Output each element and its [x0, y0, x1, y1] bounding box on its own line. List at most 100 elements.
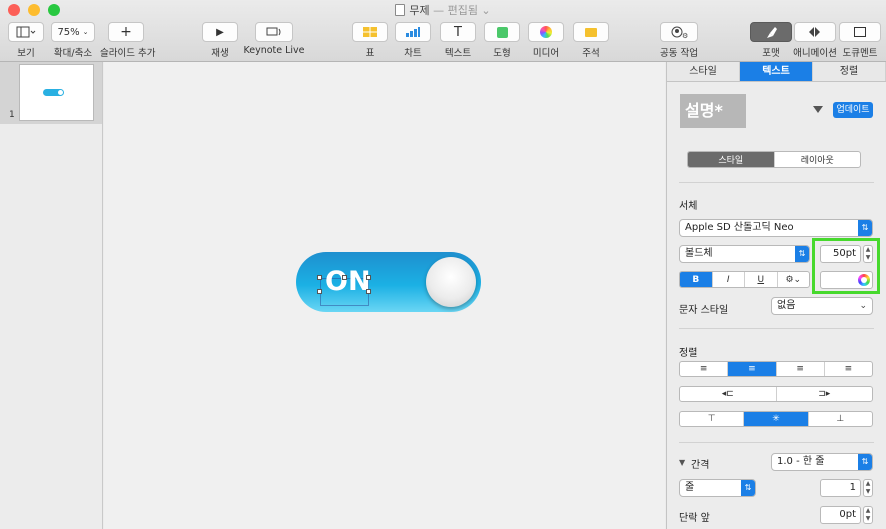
media-button[interactable] — [528, 22, 564, 42]
chart-button[interactable] — [395, 22, 431, 42]
font-family-popup[interactable]: Apple SD 산돌고딕 Neo ⇅ — [679, 219, 873, 237]
table-control[interactable]: 표 — [352, 22, 388, 59]
document-control[interactable]: 도큐멘트 — [838, 22, 882, 59]
divider — [679, 182, 874, 183]
toggle-label[interactable]: ON — [325, 266, 371, 297]
shape-button[interactable] — [484, 22, 520, 42]
color-wheel-icon[interactable] — [858, 274, 870, 286]
view-control[interactable]: 보기 — [8, 22, 44, 59]
text-control[interactable]: T 텍스트 — [439, 22, 477, 59]
paragraph-style-menu-icon[interactable] — [813, 106, 823, 113]
divider — [679, 442, 874, 443]
document-button[interactable] — [839, 22, 881, 42]
align-left-icon[interactable]: ≡ — [680, 362, 729, 376]
align-middle-icon[interactable]: ✳ — [744, 412, 809, 426]
before-paragraph-stepper[interactable]: ▲ ▼ — [863, 506, 873, 524]
chevron-down-icon: ⌄ — [859, 301, 867, 311]
resize-handle[interactable] — [317, 289, 322, 294]
format-control[interactable]: 포맷 — [750, 22, 792, 59]
keynote-live-control[interactable]: Keynote Live — [243, 22, 305, 56]
photos-icon — [540, 26, 552, 38]
format-button[interactable] — [750, 22, 792, 42]
view-button[interactable] — [8, 22, 44, 42]
spacing-label: 간격 — [691, 460, 710, 471]
disclosure-triangle-icon[interactable]: ▼ — [679, 458, 685, 467]
spacing-unit-popup[interactable]: 줄 ⇅ — [679, 479, 756, 497]
increase-indent-icon[interactable]: ⊐▸ — [777, 387, 873, 401]
document-status: — 편집됨 ⌄ — [433, 4, 491, 17]
spacing-unit-value: 줄 — [685, 482, 695, 493]
font-size-field[interactable]: 50pt — [820, 245, 861, 263]
align-bottom-icon[interactable]: ⊥ — [809, 412, 872, 426]
zoom-control[interactable]: 75% ⌄ 확대/축소 — [50, 22, 96, 59]
tab-style[interactable]: 스타일 — [667, 62, 740, 81]
updown-arrow-icon: ⇅ — [795, 246, 809, 262]
italic-button[interactable]: I — [713, 272, 745, 287]
inspector-tabs: 스타일 텍스트 정렬 — [667, 62, 886, 82]
align-center-icon[interactable]: ≡ — [728, 362, 777, 376]
table-label: 표 — [365, 48, 375, 59]
document-title: 무제 — [409, 4, 430, 17]
text-options-gear-icon[interactable]: ⚙⌄ — [778, 272, 810, 287]
paintbrush-icon — [767, 26, 777, 38]
text-icon: T — [454, 24, 462, 40]
paragraph-style-preview[interactable]: 설명* — [680, 94, 746, 128]
tab-text[interactable]: 텍스트 — [740, 62, 813, 81]
text-button[interactable]: T — [440, 22, 476, 42]
update-style-button[interactable]: 업데이트 — [833, 102, 873, 118]
zoom-value: 75% — [57, 26, 80, 38]
updown-arrow-icon: ⇅ — [858, 220, 872, 236]
decrease-indent-icon[interactable]: ◂⊏ — [680, 387, 777, 401]
resize-handle[interactable] — [366, 289, 371, 294]
collaborate-label: 공동 작업 — [660, 48, 698, 59]
keynote-live-button[interactable] — [255, 22, 293, 42]
bold-button[interactable]: B — [680, 272, 713, 287]
zoom-popup[interactable]: 75% ⌄ — [51, 22, 95, 42]
underline-button[interactable]: U — [745, 272, 778, 287]
media-control[interactable]: 미디어 — [527, 22, 565, 59]
sidebar-icon — [16, 26, 36, 38]
align-top-icon[interactable]: ⊤ — [680, 412, 745, 426]
tab-arrange[interactable]: 정렬 — [813, 62, 886, 81]
slide-thumbnail-row[interactable]: 1 — [0, 62, 102, 124]
shape-icon — [496, 26, 508, 38]
font-size-stepper[interactable]: ▲ ▼ — [863, 245, 873, 263]
align-right-icon[interactable]: ≡ — [777, 362, 825, 376]
document-label: 도큐멘트 — [842, 48, 878, 59]
format-inspector: 스타일 텍스트 정렬 설명* 업데이트 스타일 레이아웃 서체 Apple SD… — [666, 62, 886, 529]
updown-arrow-icon: ⇅ — [858, 454, 872, 470]
comment-button[interactable] — [573, 22, 609, 42]
add-slide-control[interactable]: + 슬라이드 추가 — [100, 22, 155, 59]
text-color-well[interactable] — [820, 271, 873, 289]
char-style-value: 없음 — [777, 300, 796, 311]
spacing-popup[interactable]: 1.0 - 한 줄 ⇅ — [771, 453, 873, 471]
play-control[interactable]: ▶ 재생 — [201, 22, 239, 59]
subtab-layout[interactable]: 레이아웃 — [775, 152, 861, 167]
font-weight-popup[interactable]: 볼드체 ⇅ — [679, 245, 810, 263]
slide-canvas[interactable]: ON — [104, 62, 665, 529]
font-weight-value: 볼드체 — [685, 248, 713, 259]
table-button[interactable] — [352, 22, 388, 42]
shape-control[interactable]: 도형 — [484, 22, 520, 59]
slide-thumbnail[interactable] — [19, 64, 94, 121]
comment-control[interactable]: 주석 — [572, 22, 610, 59]
horizontal-alignment: ≡ ≡ ≡ ≡ — [679, 361, 873, 377]
subtab-style[interactable]: 스타일 — [688, 152, 775, 167]
play-button[interactable]: ▶ — [202, 22, 238, 42]
toggle-switch-shape[interactable]: ON — [296, 252, 481, 312]
collaborate-control[interactable]: ⚙ 공동 작업 — [658, 22, 700, 59]
resize-handle[interactable] — [317, 275, 322, 280]
comment-icon — [585, 27, 597, 37]
collaborate-button[interactable]: ⚙ — [660, 22, 698, 42]
animate-control[interactable]: 애니메이션 — [793, 22, 837, 59]
animate-button[interactable] — [794, 22, 836, 42]
char-style-popup[interactable]: 없음 ⌄ — [771, 297, 873, 315]
chart-control[interactable]: 차트 — [395, 22, 431, 59]
add-slide-button[interactable]: + — [108, 22, 144, 42]
line-spacing-stepper[interactable]: ▲ ▼ — [863, 479, 873, 497]
align-justify-icon[interactable]: ≡ — [825, 362, 872, 376]
resize-handle[interactable] — [342, 275, 347, 280]
resize-handle[interactable] — [366, 275, 371, 280]
line-spacing-field[interactable]: 1 — [820, 479, 861, 497]
before-paragraph-field[interactable]: 0pt — [820, 506, 861, 524]
